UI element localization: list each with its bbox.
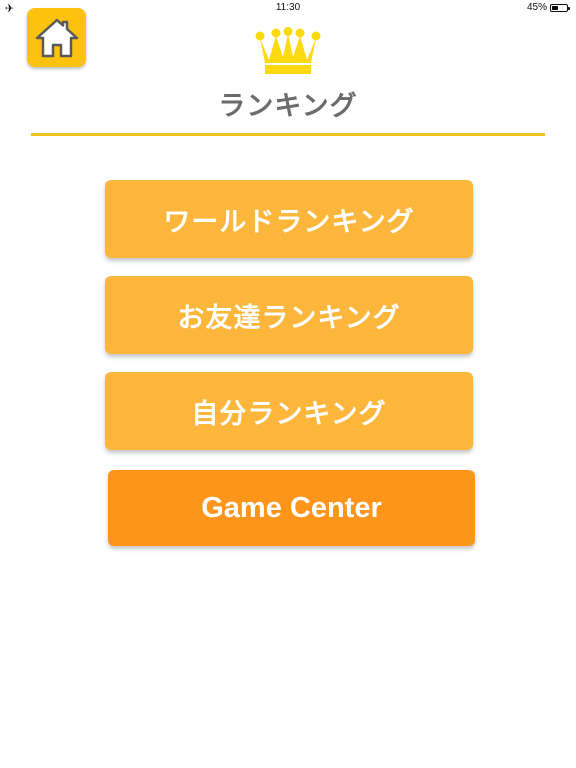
home-icon — [35, 18, 78, 57]
page-title: ランキング — [218, 91, 358, 122]
status-bar: ✈ 11:30 45% — [0, 0, 576, 16]
status-time: 11:30 — [275, 2, 301, 13]
battery-percent: 45% — [526, 2, 547, 13]
battery-status: 45% — [526, 2, 570, 13]
friends-ranking-button[interactable]: お友達ランキング — [105, 276, 473, 354]
battery-icon — [550, 3, 570, 12]
my-ranking-button[interactable]: 自分ランキング — [105, 372, 473, 450]
battery-level — [552, 5, 558, 10]
home-button[interactable] — [27, 8, 86, 67]
game-center-button[interactable]: Game Center — [108, 470, 475, 546]
crown-icon — [255, 27, 321, 74]
world-ranking-button[interactable]: ワールドランキング — [105, 180, 473, 258]
title-divider — [31, 133, 545, 136]
